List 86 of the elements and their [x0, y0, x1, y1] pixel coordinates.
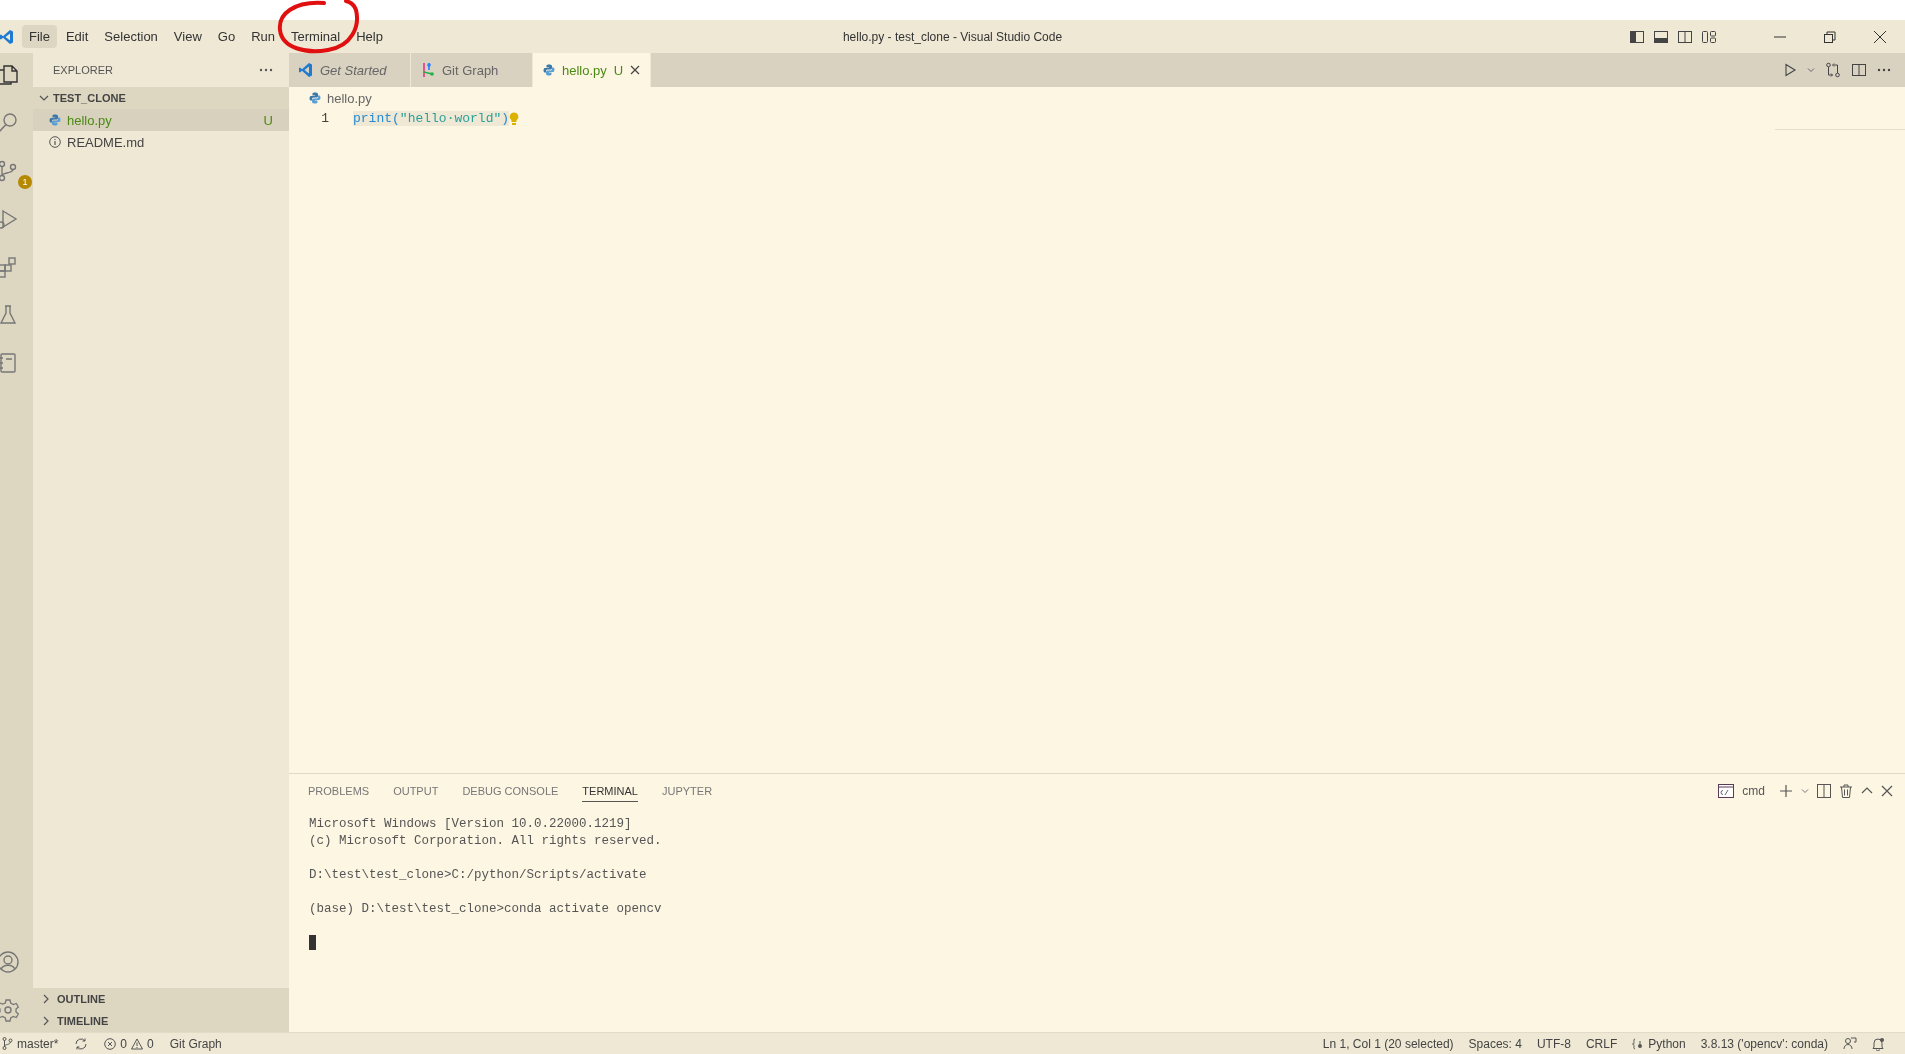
git-status: U — [613, 62, 624, 78]
menu-item[interactable]: Selection — [97, 25, 165, 48]
split-terminal-icon[interactable] — [1817, 784, 1831, 798]
layout-icon[interactable] — [1701, 28, 1717, 45]
compare-icon[interactable] — [1825, 62, 1841, 78]
run-debug-icon[interactable] — [0, 207, 20, 231]
error-icon — [104, 1037, 117, 1050]
line-number: 1 — [320, 111, 330, 126]
tab-label: Git Graph — [442, 62, 499, 78]
git-status: U — [263, 112, 273, 128]
terminal-line: Microsoft Windows [Version 10.0.22000.1219] — [309, 816, 632, 833]
file-name: hello.py — [67, 112, 113, 128]
explorer-file[interactable]: README.md — [33, 131, 289, 153]
editor-logo-icon — [0, 28, 14, 45]
status-item[interactable]: UTF-8 — [1536, 1036, 1571, 1051]
section-header[interactable]: TIMELINE — [33, 1010, 289, 1032]
python-icon — [49, 114, 61, 126]
run-icon[interactable] — [1783, 63, 1797, 77]
menu-item[interactable]: View — [166, 25, 209, 48]
file-name: README.md — [67, 134, 146, 150]
terminal-line: (base) D:\test\test_clone>conda activate opencv — [309, 901, 662, 918]
files-icon[interactable] — [0, 63, 20, 87]
interpreter-status[interactable]: 3.8.13 ('opencv': conda) — [1700, 1036, 1828, 1051]
count-badge: 1 — [18, 175, 32, 189]
python-icon — [543, 64, 555, 76]
tab-label: hello.py — [562, 62, 607, 78]
terminal-cursor — [309, 935, 316, 950]
panel-tab[interactable]: JUPYTER — [661, 780, 713, 802]
sidebar-title: EXPLORER — [53, 64, 113, 76]
menu-item[interactable]: Edit — [58, 25, 96, 48]
status-item[interactable]: Ln 1, Col 1 (20 selected) — [1322, 1036, 1454, 1051]
sync-icon[interactable] — [74, 1037, 89, 1050]
terminal-line: D:\test\test_clone>C:/python/Scripts/activate — [309, 867, 647, 884]
breadcrumb-item[interactable]: hello.py — [327, 90, 372, 106]
menu-item[interactable]: Go — [210, 25, 243, 48]
panel-tab[interactable]: OUTPUT — [393, 780, 439, 802]
problems-status[interactable]: 0 0 — [104, 1036, 154, 1051]
menu-item[interactable]: Help — [349, 25, 390, 48]
search-icon[interactable] — [0, 111, 20, 135]
editor-tab[interactable]: Get Started — [289, 53, 411, 87]
folder-header[interactable]: TEST_CLONE — [33, 87, 289, 109]
account-icon[interactable] — [0, 950, 20, 974]
split-editor-icon[interactable] — [1851, 62, 1867, 78]
close-icon[interactable] — [1881, 785, 1893, 797]
panel-tab[interactable]: TERMINAL — [582, 780, 638, 802]
branch-status[interactable]: master* — [2, 1036, 59, 1051]
section-title: TIMELINE — [57, 1015, 109, 1027]
more-icon[interactable] — [1877, 68, 1891, 72]
panel-layout-icon[interactable] — [1653, 28, 1669, 45]
language-status[interactable]: Python — [1632, 1036, 1686, 1051]
section-title: OUTLINE — [57, 993, 106, 1005]
window-title: hello.py - test_clone - Visual Studio Code — [842, 29, 1063, 44]
menu-item[interactable]: File — [22, 25, 57, 48]
braces-icon — [1632, 1037, 1645, 1050]
trash-icon[interactable] — [1839, 784, 1853, 798]
tab-label: Get Started — [320, 62, 387, 78]
sidebar-layout-icon[interactable] — [1629, 28, 1645, 45]
branch-icon — [2, 1037, 13, 1050]
feedback-icon[interactable] — [1843, 1037, 1857, 1050]
folder-name: TEST_CLONE — [53, 92, 126, 104]
python-icon — [309, 92, 321, 104]
status-item[interactable]: CRLF — [1585, 1036, 1618, 1051]
plus-icon[interactable] — [1779, 784, 1793, 798]
terminal-icon — [1718, 784, 1735, 798]
bell-icon[interactable] — [1872, 1036, 1885, 1051]
editor-logo-icon — [299, 62, 313, 78]
panel-tab[interactable]: PROBLEMS — [308, 780, 370, 802]
status-item[interactable]: Spaces: 4 — [1468, 1036, 1522, 1051]
section-header[interactable]: OUTLINE — [33, 988, 289, 1010]
more-icon[interactable] — [259, 68, 273, 72]
panel-tab[interactable]: DEBUG CONSOLE — [462, 780, 559, 802]
warning-icon — [131, 1037, 144, 1050]
status-item[interactable]: Git Graph — [169, 1036, 222, 1051]
editor-tab[interactable]: hello.py U — [533, 53, 652, 87]
code-editor[interactable]: 1 print("hello·world") — [289, 109, 1905, 773]
terminal-line: (c) Microsoft Corporation. All rights reserved. — [309, 833, 662, 850]
close-icon[interactable] — [630, 65, 641, 75]
info-icon — [49, 136, 61, 148]
split-layout-icon[interactable] — [1677, 28, 1693, 45]
settings-icon[interactable] — [0, 998, 20, 1022]
graph-icon — [421, 62, 435, 78]
close-icon[interactable] — [1873, 29, 1887, 44]
restore-icon[interactable] — [1823, 29, 1837, 44]
menu-item[interactable]: Terminal — [284, 25, 348, 48]
terminal-profile[interactable]: cmd — [1742, 784, 1765, 798]
menu-item[interactable]: Run — [244, 25, 282, 48]
